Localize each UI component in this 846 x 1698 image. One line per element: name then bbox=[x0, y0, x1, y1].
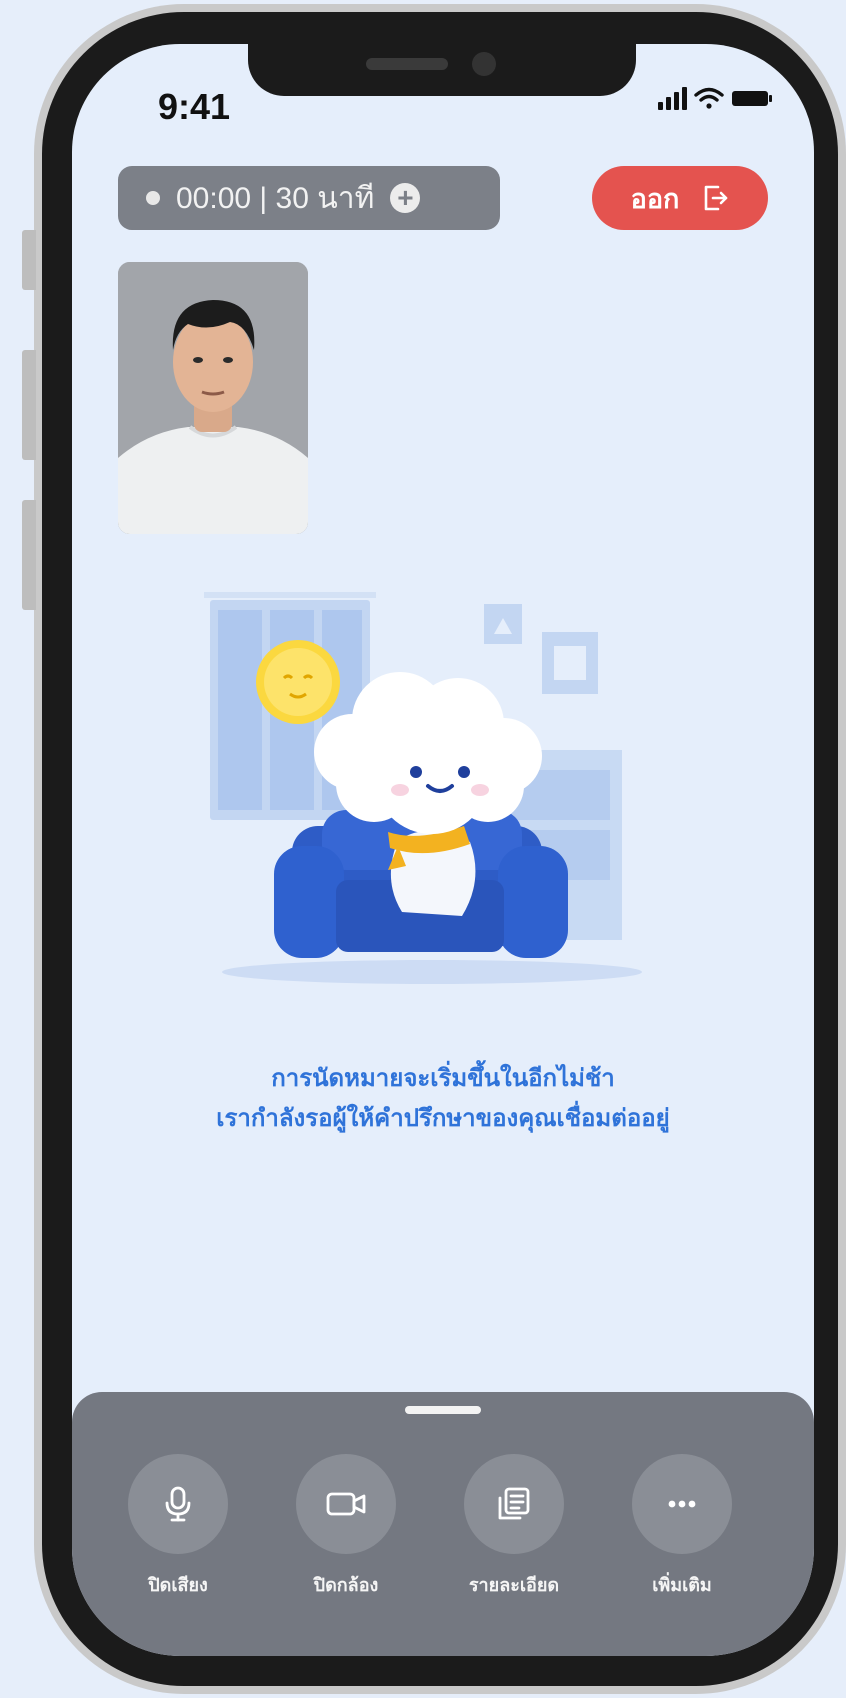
leave-label: ออก bbox=[630, 183, 680, 215]
notch bbox=[248, 44, 636, 96]
status-time: 9:41 bbox=[158, 86, 231, 127]
mute-label: ปิดเสียง bbox=[148, 1575, 208, 1596]
app-screen: 9:41 00:00 | 30 นาที + ออก การนัดหมายจะเ… bbox=[72, 44, 814, 1656]
add-time-icon[interactable]: + bbox=[390, 183, 421, 213]
exit-icon bbox=[705, 185, 728, 211]
mute-button[interactable]: ปิดเสียง bbox=[98, 1454, 258, 1599]
more-label: เพิ่มเติม bbox=[652, 1575, 712, 1596]
self-video-image bbox=[118, 262, 308, 534]
timer-text: 00:00 | 30 นาที bbox=[176, 181, 375, 215]
sun-character bbox=[256, 640, 340, 724]
video-camera-icon bbox=[326, 1492, 366, 1516]
waiting-illustration bbox=[204, 592, 642, 984]
leave-button[interactable]: ออก bbox=[592, 166, 768, 230]
wifi-icon bbox=[694, 87, 724, 109]
volume-up-button bbox=[22, 350, 36, 460]
document-icon bbox=[498, 1487, 530, 1520]
camera-off-button[interactable]: ปิดกล้อง bbox=[266, 1454, 426, 1599]
status-icons bbox=[658, 87, 772, 110]
call-timer[interactable]: 00:00 | 30 นาที + bbox=[118, 166, 500, 230]
mute-switch bbox=[22, 230, 36, 290]
details-button[interactable]: รายละเอียด bbox=[434, 1454, 594, 1599]
self-video-preview[interactable] bbox=[118, 262, 308, 534]
drag-handle[interactable] bbox=[405, 1406, 481, 1414]
speaker-grille bbox=[366, 58, 448, 70]
front-camera bbox=[472, 52, 496, 76]
volume-down-button bbox=[22, 500, 36, 610]
microphone-icon bbox=[165, 1486, 191, 1522]
signal-icon bbox=[658, 87, 687, 110]
battery-icon bbox=[732, 91, 772, 106]
call-controls-panel: ปิดเสียง ปิดกล้อง รายละเอียด เพิ่มเติม bbox=[72, 1392, 814, 1656]
waiting-subtitle: เรากำลังรอผู้ให้คำปรึกษาของคุณเชื่อมต่ออ… bbox=[216, 1104, 670, 1132]
camera-off-label: ปิดกล้อง bbox=[313, 1575, 379, 1596]
more-button[interactable]: เพิ่มเติม bbox=[602, 1454, 762, 1599]
more-icon bbox=[668, 1500, 696, 1508]
waiting-title: การนัดหมายจะเริ่มขึ้นในอีกไม่ช้า bbox=[271, 1064, 615, 1092]
details-label: รายละเอียด bbox=[468, 1575, 560, 1596]
recording-dot-icon bbox=[146, 191, 160, 205]
